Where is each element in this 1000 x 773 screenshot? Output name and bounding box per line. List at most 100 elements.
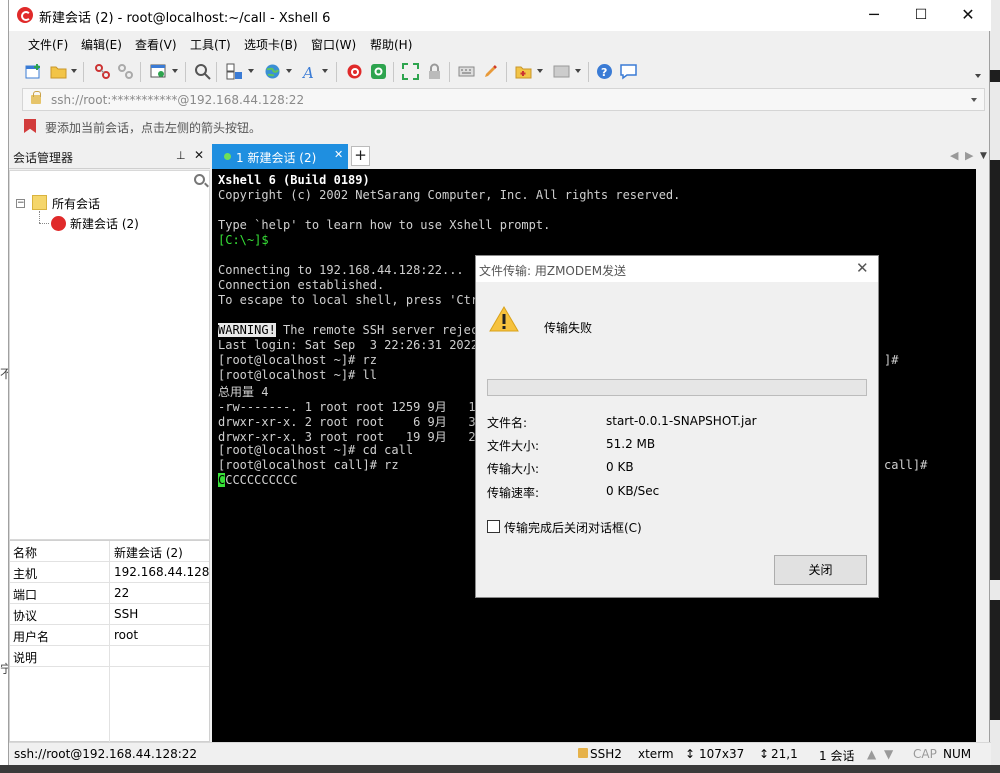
terminal-line: Connecting to 192.168.44.128:22...	[218, 263, 464, 277]
terminal-line: Xshell 6 (Build 0189)	[218, 173, 370, 187]
tab-prev-icon[interactable]: ◀	[950, 149, 958, 162]
address-bar[interactable]: ssh://root:***********@192.168.44.128:22	[22, 88, 985, 111]
cursor-position-icon: ↕	[759, 747, 770, 761]
menu-tab[interactable]: 选项卡(B)	[244, 36, 298, 53]
menu-tools[interactable]: 工具(T)	[190, 36, 231, 53]
maximize-button[interactable]: ☐	[898, 0, 944, 31]
search-icon[interactable]	[194, 174, 205, 185]
dialog-close-button[interactable]: 关闭	[774, 555, 867, 585]
scroll-up-icon[interactable]: ▲	[867, 747, 876, 761]
new-session-icon[interactable]	[25, 63, 42, 80]
menu-edit[interactable]: 编辑(E)	[81, 36, 122, 53]
status-caps: CAP	[913, 747, 937, 761]
fullscreen-icon[interactable]	[402, 63, 419, 80]
terminal-line: To escape to local shell, press 'Ctrl	[218, 293, 486, 307]
terminal-line: [root@localhost ~]# ll	[218, 368, 377, 382]
property-key: 协议	[13, 609, 38, 623]
terminal-line: [root@localhost ~]# cd call	[218, 443, 414, 457]
menu-help[interactable]: 帮助(H)	[370, 36, 412, 53]
terminal-line: Copyright (c) 2002 NetSarang Computer, I…	[218, 188, 681, 202]
close-on-complete-checkbox[interactable]	[487, 520, 500, 533]
transfer-progress-bar	[487, 379, 867, 396]
status-bar: ssh://root@192.168.44.128:22 SSH2 xterm …	[9, 742, 991, 765]
status-cursor: 21,1	[771, 747, 798, 761]
globe-icon[interactable]	[264, 63, 281, 80]
open-folder-icon[interactable]	[50, 63, 67, 80]
address-input[interactable]: ssh://root:***********@192.168.44.128:22	[51, 93, 304, 107]
terminal-local-prompt: [C:\~]$	[218, 233, 269, 247]
properties-dropdown-arrow-icon[interactable]	[172, 69, 178, 73]
menu-file[interactable]: 文件(F)	[28, 36, 68, 53]
field-label: 文件名:	[487, 416, 528, 430]
lock-icon	[31, 91, 41, 104]
terminal-line: Last login: Sat Sep 3 22:26:31 2022	[218, 338, 479, 352]
session-icon	[51, 216, 66, 231]
tree-item-all-sessions[interactable]: 所有会话	[52, 195, 100, 212]
tab-next-icon[interactable]: ▶	[965, 149, 973, 162]
terminal-scrollbar[interactable]	[976, 169, 989, 742]
session-manager-title: 会话管理器	[13, 151, 74, 165]
help-icon[interactable]: ?	[596, 63, 613, 80]
menu-bar: 文件(F) 编辑(E) 查看(V) 工具(T) 选项卡(B) 窗口(W) 帮助(…	[9, 33, 991, 55]
open-dropdown-arrow-icon[interactable]	[71, 69, 77, 73]
globe-dropdown-arrow-icon[interactable]	[286, 69, 292, 73]
address-dropdown-arrow-icon[interactable]	[971, 98, 977, 102]
minimize-button[interactable]: ─	[851, 0, 897, 31]
font-icon[interactable]: A	[302, 63, 319, 80]
menu-view[interactable]: 查看(V)	[135, 36, 177, 53]
window-title: 新建会话 (2) - root@localhost:~/call - Xshel…	[39, 11, 331, 26]
bookmark-icon[interactable]	[24, 119, 36, 133]
title-bar: 新建会话 (2) - root@localhost:~/call - Xshel…	[9, 0, 991, 31]
scroll-down-icon[interactable]: ▼	[884, 747, 893, 761]
layout-dropdown-arrow-icon[interactable]	[248, 69, 254, 73]
status-num: NUM	[943, 747, 972, 761]
menu-window[interactable]: 窗口(W)	[311, 36, 356, 53]
terminal-line: [root@localhost call]# rz	[218, 458, 399, 472]
terminal-line: Type `help' to learn how to use Xshell p…	[218, 218, 551, 232]
dialog-title: 文件传输: 用ZMODEM发送	[479, 264, 627, 278]
reconnect-icon[interactable]	[94, 63, 111, 80]
disconnect-icon[interactable]	[117, 63, 134, 80]
add-folder-icon[interactable]	[515, 63, 532, 80]
dialog-close-icon[interactable]: ✕	[856, 259, 869, 277]
find-icon[interactable]	[194, 63, 211, 80]
font-dropdown-arrow-icon[interactable]	[322, 69, 328, 73]
collapse-toggle-icon[interactable]: −	[16, 199, 25, 208]
tab-menu-icon[interactable]: ▼	[980, 151, 987, 161]
tab-label: 1 新建会话 (2)	[236, 151, 317, 165]
xshell-logo-icon[interactable]	[346, 63, 363, 80]
lock-icon[interactable]	[426, 63, 443, 80]
status-size: 107x37	[699, 747, 745, 761]
toolbar: A ?	[9, 58, 991, 86]
layout-icon[interactable]	[226, 63, 243, 80]
property-row: 协议 SSH	[10, 604, 209, 625]
property-key: 用户名	[13, 630, 50, 644]
tab-close-icon[interactable]: ✕	[334, 148, 343, 161]
tab-strip: 1 新建会话 (2) ✕ + ◀ ▶ ▼	[212, 144, 989, 169]
highlight-icon[interactable]	[482, 63, 499, 80]
add-folder-dropdown-arrow-icon[interactable]	[537, 69, 543, 73]
close-on-complete-label[interactable]: 传输完成后关闭对话框(C)	[504, 519, 642, 536]
tree-item-session[interactable]: 新建会话 (2)	[70, 215, 139, 232]
desktop-background-right	[990, 0, 1000, 773]
keyboard-icon[interactable]	[458, 63, 475, 80]
property-key: 说明	[13, 651, 38, 665]
transparency-icon[interactable]	[553, 63, 570, 80]
close-panel-icon[interactable]: ✕	[194, 148, 204, 162]
property-key: 端口	[13, 588, 38, 602]
property-row: 说明	[10, 646, 209, 667]
new-tab-button[interactable]: +	[351, 146, 370, 166]
toolbar-overflow-arrow-icon[interactable]	[975, 74, 981, 78]
session-tree: − 所有会话 新建会话 (2)	[9, 170, 210, 540]
terminal-line: WARNING! The remote SSH server reject	[218, 323, 486, 337]
transparency-dropdown-arrow-icon[interactable]	[575, 69, 581, 73]
property-value: SSH	[114, 607, 139, 621]
xftp-icon[interactable]	[370, 63, 387, 80]
chat-icon[interactable]	[620, 63, 637, 80]
pin-icon[interactable]: ⊥	[176, 149, 186, 162]
session-properties-icon[interactable]	[150, 63, 167, 80]
close-window-button[interactable]: ✕	[945, 0, 991, 31]
file-name-value: start-0.0.1-SNAPSHOT.jar	[606, 414, 757, 428]
tab-session-1[interactable]: 1 新建会话 (2) ✕	[212, 144, 348, 169]
file-size-value: 51.2 MB	[606, 437, 656, 451]
